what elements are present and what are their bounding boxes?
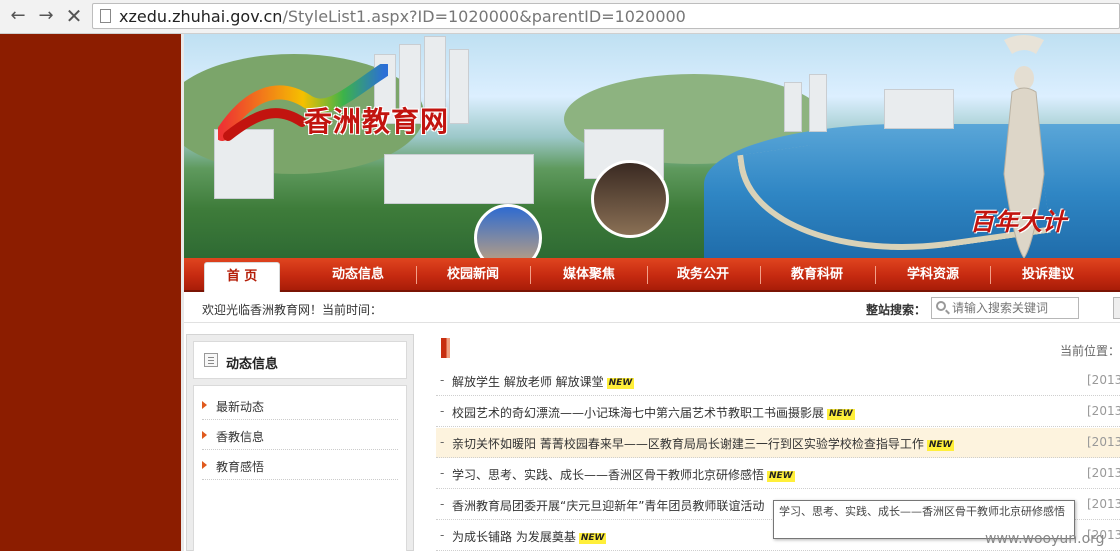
building-shape <box>809 74 827 132</box>
back-icon[interactable]: ← <box>6 5 30 27</box>
sidebar-item-label: 香教信息 <box>216 430 265 444</box>
nav-home[interactable]: 首 页 <box>204 262 280 292</box>
main-nav: 首 页 动态信息 校园新闻 媒体聚焦 政务公开 教育科研 学科资源 投诉建议 <box>184 258 1120 292</box>
nav-news-updates[interactable]: 动态信息 <box>302 258 414 292</box>
news-date: [2013- <box>1087 404 1120 418</box>
news-title-text: 为成长铺路 为发展奠基 <box>452 530 576 544</box>
dash-icon: - <box>440 528 445 542</box>
building-shape <box>884 89 954 129</box>
browser-toolbar: ← → ✕ xzedu.zhuhai.gov.cn/StyleList1.asp… <box>0 0 1120 34</box>
building-shape <box>449 49 469 124</box>
building-shape <box>784 82 802 132</box>
news-date: [2013- <box>1087 497 1120 511</box>
breadcrumb: 当前位置： <box>1060 344 1120 358</box>
page-icon <box>100 9 111 23</box>
sidebar-item-insights[interactable]: 教育感悟 <box>202 450 398 480</box>
school-photo-circle <box>591 160 669 238</box>
news-row[interactable]: - 学习、思考、实践、成长——香洲区骨干教师北京研修感悟NEW [2013- <box>436 459 1120 489</box>
news-title-text: 学习、思考、实践、成长——香洲区骨干教师北京研修感悟 <box>452 468 765 482</box>
dash-icon: - <box>440 466 445 480</box>
nav-campus-news[interactable]: 校园新闻 <box>417 258 529 292</box>
news-title[interactable]: 学习、思考、实践、成长——香洲区骨干教师北京研修感悟 NEW <box>452 466 795 483</box>
news-title-text: 亲切关怀如暖阳 菁菁校园春来早——区教育局局长谢建三一行到区实验学校检查指导工作 <box>452 437 924 451</box>
bullet-icon <box>202 461 207 469</box>
news-date: [2013- <box>1087 435 1120 449</box>
dash-icon: - <box>440 373 445 387</box>
nav-education-research[interactable]: 教育科研 <box>761 258 873 292</box>
new-badge: NEW <box>578 533 607 544</box>
search-button[interactable] <box>1113 297 1120 319</box>
news-row[interactable]: - 校园艺术的奇幻漂流——小记珠海七中第六届艺术节教职工书画摄影展 NEW [20… <box>436 397 1120 427</box>
nav-government-affairs[interactable]: 政务公开 <box>648 258 758 292</box>
watermark: www.wooyun.org <box>985 531 1105 547</box>
bullet-icon <box>202 431 207 439</box>
search-input[interactable] <box>931 297 1079 319</box>
url-text[interactable]: xzedu.zhuhai.gov.cn/StyleList1.aspx?ID=1… <box>119 7 686 26</box>
dash-icon: - <box>440 497 445 511</box>
news-title[interactable]: 解放学生 解放老师 解放课堂 NEW <box>452 373 635 390</box>
sidebar: 动态信息 最新动态 香教信息 教育感悟 <box>186 334 414 551</box>
search-icon <box>936 301 946 311</box>
sidebar-item-label: 最新动态 <box>216 400 265 414</box>
search-label: 整站搜索： <box>866 303 927 317</box>
forward-icon[interactable]: → <box>34 5 58 27</box>
news-row[interactable]: - 亲切关怀如暖阳 菁菁校园春来早——区教育局局长谢建三一行到区实验学校检查指导… <box>436 428 1120 458</box>
url-path: /StyleList1.aspx?ID=1020000&parentID=102… <box>282 7 686 26</box>
news-date: [2013- <box>1087 373 1120 387</box>
list-icon <box>204 353 218 367</box>
welcome-bar: 欢迎光临香洲教育网！当前时间： 整站搜索： <box>184 293 1120 323</box>
nav-complaints[interactable]: 投诉建议 <box>991 258 1105 292</box>
dash-icon: - <box>440 404 445 418</box>
sidebar-item-label: 教育感悟 <box>216 460 265 474</box>
news-title[interactable]: 校园艺术的奇幻漂流——小记珠海七中第六届艺术节教职工书画摄影展 NEW <box>452 404 855 421</box>
sidebar-header: 动态信息 <box>193 341 407 379</box>
building-shape <box>384 154 534 204</box>
news-title[interactable]: 为成长铺路 为发展奠基 NEW <box>452 528 607 545</box>
news-title-text: 香洲教育局团委开展“庆元旦迎新年”青年团员教师联谊活动 <box>452 499 765 513</box>
site-banner: 香洲教育网 百年大计 <box>184 34 1120 258</box>
news-date: [2013- <box>1087 466 1120 480</box>
section-marker <box>441 338 450 358</box>
left-background-strip <box>0 34 181 551</box>
school-photo-circle <box>474 204 542 258</box>
url-host: xzedu.zhuhai.gov.cn <box>119 7 283 26</box>
banner-slogan: 百年大计 <box>970 207 1066 236</box>
address-bar[interactable]: xzedu.zhuhai.gov.cn/StyleList1.aspx?ID=1… <box>92 3 1120 29</box>
sidebar-title: 动态信息 <box>226 357 279 372</box>
welcome-text: 欢迎光临香洲教育网！当前时间： <box>202 303 383 317</box>
new-badge: NEW <box>606 378 635 389</box>
site-title: 香洲教育网 <box>304 105 450 138</box>
news-title-text: 解放学生 解放老师 解放课堂 <box>452 375 604 389</box>
bullet-icon <box>202 401 207 409</box>
stop-icon[interactable]: ✕ <box>62 5 86 27</box>
news-title[interactable]: 香洲教育局团委开展“庆元旦迎新年”青年团员教师联谊活动 <box>452 497 764 514</box>
sidebar-item-info[interactable]: 香教信息 <box>202 420 398 450</box>
nav-media-focus[interactable]: 媒体聚焦 <box>531 258 647 292</box>
new-badge: NEW <box>926 440 955 451</box>
nav-subject-resources[interactable]: 学科资源 <box>876 258 990 292</box>
new-badge: NEW <box>827 409 855 420</box>
news-title-text: 校园艺术的奇幻漂流——小记珠海七中第六届艺术节教职工书画摄影展 <box>452 406 825 420</box>
news-row[interactable]: - 解放学生 解放老师 解放课堂NEW [2013- <box>436 366 1120 396</box>
new-badge: NEW <box>767 471 795 482</box>
sidebar-list: 最新动态 香教信息 教育感悟 <box>193 385 407 551</box>
dash-icon: - <box>440 435 445 449</box>
sidebar-item-latest[interactable]: 最新动态 <box>202 390 398 420</box>
news-title[interactable]: 亲切关怀如暖阳 菁菁校园春来早——区教育局局长谢建三一行到区实验学校检查指导工作… <box>452 435 955 452</box>
